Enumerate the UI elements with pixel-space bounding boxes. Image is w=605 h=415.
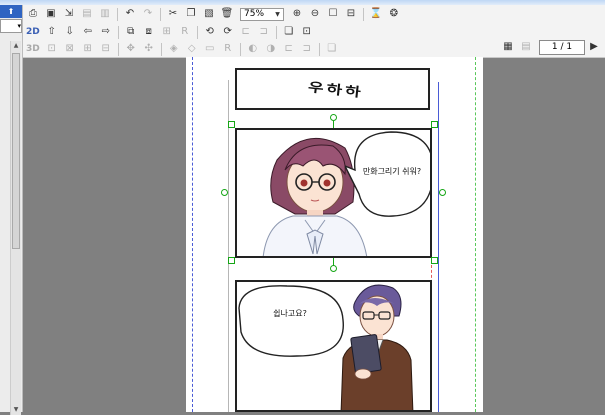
toolbar-separator [117, 42, 119, 56]
arrow-left-icon[interactable]: ⇦ [81, 25, 95, 39]
send-back-icon[interactable]: ⧈ [142, 25, 156, 39]
toolbar-separator [160, 7, 161, 21]
3d-tool-3-icon[interactable]: ⊞ [81, 42, 95, 56]
toolbar-row-3d: 3D ⊡ ⊠ ⊞ ⊟ ✥ ✣ ◈ ◇ ▭ R ◐ ◑ ⊏ ⊐ ❏ [0, 41, 341, 57]
toolbar-separator [196, 25, 198, 39]
title-panel[interactable]: 우하하 [235, 68, 430, 110]
distribute-icon[interactable]: ⊐ [257, 25, 271, 39]
arrow-right-icon[interactable]: ⇨ [99, 25, 113, 39]
align-icon[interactable]: ⊏ [239, 25, 253, 39]
toolbar-separator [239, 42, 241, 56]
rotate-right-icon[interactable]: ⟳ [221, 25, 235, 39]
chevron-down-icon: ▼ [275, 10, 280, 18]
print-icon[interactable]: ⎙ [26, 7, 40, 21]
manga-panel-1[interactable]: 만화그리기 쉬워? [235, 128, 432, 258]
selection-handle-bottom-right[interactable] [431, 257, 438, 264]
vertical-scrollbar[interactable]: ▲ ▼ [10, 41, 21, 415]
copy-object-icon[interactable]: ❏ [282, 25, 296, 39]
delete-page-icon[interactable]: ▥ [98, 7, 112, 21]
page-settings-icon[interactable]: ▦ [501, 40, 515, 54]
group-icon[interactable]: ⊞ [160, 25, 174, 39]
guide-line-right [475, 57, 476, 412]
3d-tool-9-icon[interactable]: ▭ [203, 42, 217, 56]
toolbar-separator [275, 25, 277, 39]
zoom-out-icon[interactable]: ⊖ [308, 7, 322, 21]
next-page-icon[interactable]: ▶ [587, 40, 601, 54]
handle-connector-top [333, 121, 334, 128]
toolbar-separator [318, 42, 320, 56]
scroll-up-icon[interactable]: ▲ [11, 41, 21, 51]
undo-icon[interactable]: ↶ [123, 7, 137, 21]
toolbar-2d-label: 2D [26, 27, 40, 37]
left-dock: ⬆ ▾ ▲ ▼ [0, 5, 23, 415]
guide-line-left [192, 57, 193, 412]
speech-text-1: 만화그리기 쉬워? [362, 167, 422, 176]
render-icon[interactable]: ❂ [387, 7, 401, 21]
handle-connector-bottom [333, 258, 334, 266]
man-character-illustration [340, 284, 414, 410]
3d-tool-13-icon[interactable]: ⊏ [282, 42, 296, 56]
selection-handle-left[interactable] [221, 189, 228, 196]
export-icon[interactable]: ⇲ [62, 7, 76, 21]
arrow-up-icon[interactable]: ⇧ [45, 25, 59, 39]
3d-tool-4-icon[interactable]: ⊟ [99, 42, 113, 56]
3d-tool-10-icon[interactable]: R [221, 42, 235, 56]
scroll-down-icon[interactable]: ▼ [11, 405, 21, 415]
paste-icon[interactable]: ▧ [202, 7, 216, 21]
page-indicator[interactable]: 1 / 1 [539, 39, 585, 55]
zoom-value: 75% [244, 9, 265, 19]
arrow-down-icon[interactable]: ⇩ [63, 25, 77, 39]
hourglass-icon[interactable]: ⌛ [369, 7, 383, 21]
save-icon[interactable]: ▣ [44, 7, 58, 21]
zoom-in-icon[interactable]: ⊕ [290, 7, 304, 21]
lock-object-icon[interactable]: ⊡ [300, 25, 314, 39]
copy-icon[interactable]: ❐ [184, 7, 198, 21]
3d-tool-15-icon[interactable]: ❏ [325, 42, 339, 56]
guide-line-bleed [438, 82, 439, 412]
fit-page-icon[interactable]: ☐ [326, 7, 340, 21]
3d-tool-1-icon[interactable]: ⊡ [45, 42, 59, 56]
toolbar-separator [363, 7, 364, 21]
new-page-icon[interactable]: ▤ [80, 7, 94, 21]
selection-handle-bottom-left[interactable] [228, 257, 235, 264]
toolbar-separator [117, 7, 118, 21]
redo-icon[interactable]: ↷ [141, 7, 155, 21]
dock-combo[interactable]: ▾ [0, 19, 22, 33]
trash-icon[interactable]: 🗑 [220, 7, 234, 21]
ungroup-icon[interactable]: R [178, 25, 192, 39]
3d-tool-12-icon[interactable]: ◑ [264, 42, 278, 56]
3d-tool-14-icon[interactable]: ⊐ [300, 42, 314, 56]
zoom-select[interactable]: 75% ▼ [240, 7, 284, 21]
3d-tool-2-icon[interactable]: ⊠ [63, 42, 77, 56]
dock-toggle-icon[interactable]: ⬆ [0, 5, 22, 18]
selection-handle-top[interactable] [330, 114, 337, 121]
speech-text-2: 쉽나고요? [273, 309, 307, 318]
cut-icon[interactable]: ✂ [166, 7, 180, 21]
3d-tool-11-icon[interactable]: ◐ [246, 42, 260, 56]
toolbar-row-main: ⎙ ▣ ⇲ ▤ ▥ ↶ ↷ ✂ ❐ ▧ 🗑 75% ▼ ⊕ ⊖ ☐ ⊟ ⌛ ❂ [24, 6, 403, 22]
selection-handle-right[interactable] [439, 189, 446, 196]
speech-bubble-2 [238, 285, 344, 357]
3d-tool-6-icon[interactable]: ✣ [142, 42, 156, 56]
selection-handle-top-left[interactable] [228, 121, 235, 128]
toolbar-separator [117, 25, 119, 39]
bring-front-icon[interactable]: ⧉ [124, 25, 138, 39]
3d-tool-5-icon[interactable]: ✥ [124, 42, 138, 56]
manga-panel-2[interactable]: 쉽나고요? [235, 280, 432, 412]
title-panel-text: 우하하 [307, 79, 365, 101]
toolbar-separator [160, 42, 162, 56]
toolbar-row-2d: 2D ⇧ ⇩ ⇦ ⇨ ⧉ ⧈ ⊞ R ⟲ ⟳ ⊏ ⊐ ❏ ⊡ [0, 24, 316, 40]
page-list-icon[interactable]: ▤ [519, 40, 533, 54]
3d-tool-8-icon[interactable]: ◇ [185, 42, 199, 56]
rotate-left-icon[interactable]: ⟲ [203, 25, 217, 39]
scroll-thumb[interactable] [12, 53, 20, 249]
fit-width-icon[interactable]: ⊟ [344, 7, 358, 21]
selection-handle-bottom[interactable] [330, 265, 337, 272]
toolbar-area: ⎙ ▣ ⇲ ▤ ▥ ↶ ↷ ✂ ❐ ▧ 🗑 75% ▼ ⊕ ⊖ ☐ ⊟ ⌛ ❂ 2… [0, 5, 605, 58]
page-navigator: ▦ ▤ 1 / 1 ▶ [499, 39, 603, 55]
selection-handle-top-right[interactable] [431, 121, 438, 128]
toolbar-3d-label: 3D [26, 44, 40, 54]
guide-line-inner [228, 80, 229, 412]
3d-tool-7-icon[interactable]: ◈ [167, 42, 181, 56]
